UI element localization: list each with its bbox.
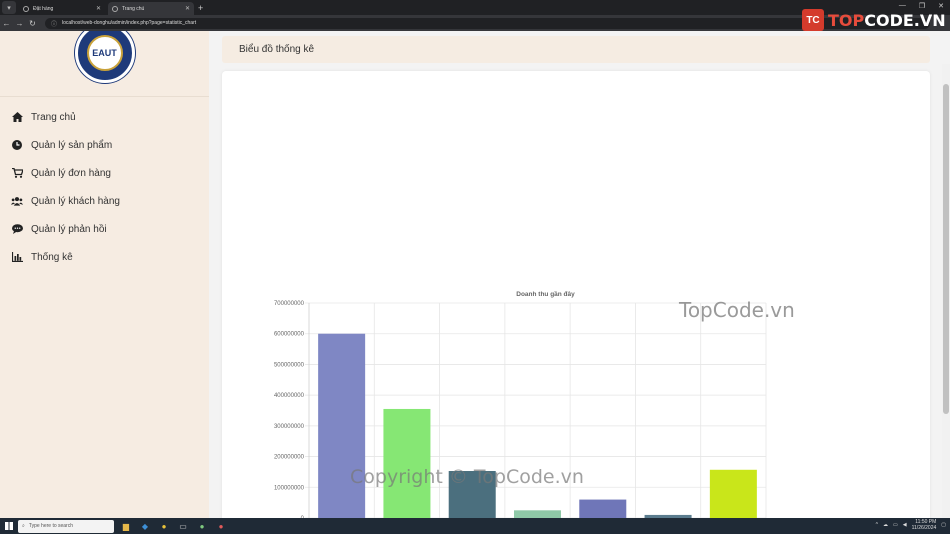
y-tick-label: 500000000: [274, 362, 305, 368]
y-tick-label: 100000000: [274, 485, 305, 491]
bar: [579, 499, 627, 518]
volume-icon[interactable]: ◀: [903, 522, 907, 528]
y-tick-label: 200000000: [274, 455, 305, 461]
brand-logo: TC TOPCODE.VN: [802, 9, 946, 31]
chrome-icon[interactable]: ●: [157, 519, 171, 533]
notification-icon[interactable]: ▢: [941, 522, 946, 528]
taskbar: ⌕ Type here to search ▆ ◆ ● ▭ ● ● ^ ☁ ▭ …: [0, 518, 950, 534]
chevron-up-icon[interactable]: ^: [876, 522, 878, 528]
brand-suffix: CODE.VN: [864, 10, 946, 30]
windows-icon: [5, 522, 13, 530]
network-icon[interactable]: ▭: [893, 522, 898, 528]
y-tick-label: 300000000: [274, 424, 305, 430]
bar: [383, 408, 431, 518]
screen: ▾ Đặt hàng ✕ Trang chủ ✕ + — ❐ ✕ ← → ↻ ⓘ…: [0, 0, 950, 534]
start-button[interactable]: [0, 518, 18, 534]
vscode-icon[interactable]: ◆: [138, 519, 152, 533]
app-icon[interactable]: ●: [195, 519, 209, 533]
file-explorer-icon[interactable]: ▆: [119, 519, 133, 533]
search-icon: ⌕: [22, 523, 25, 529]
clock-date: 11/26/2024: [911, 525, 937, 531]
taskbar-search-placeholder: Type here to search: [28, 523, 74, 529]
cloud-icon[interactable]: ☁: [883, 522, 888, 528]
clock[interactable]: 11:50 PM 11/26/2024: [912, 519, 937, 531]
bar: [513, 510, 562, 518]
app-icon[interactable]: ●: [214, 519, 228, 533]
taskbar-search[interactable]: ⌕ Type here to search: [18, 519, 114, 533]
brand-logo-text: TOPCODE.VN: [828, 11, 946, 30]
system-tray: ^ ☁ ▭ ◀ 11:50 PM 11/26/2024 ▢: [876, 519, 946, 531]
copyright-watermark: Copyright © TopCode.vn: [350, 466, 584, 488]
y-tick-label: 600000000: [274, 332, 305, 338]
terminal-icon[interactable]: ▭: [176, 519, 190, 533]
bar: [318, 333, 366, 518]
chart-title: Doanh thu gần đây: [516, 289, 575, 298]
revenue-chart: Doanh thu gần đây01000000002000000003000…: [274, 289, 767, 522]
brand-logo-icon: TC: [802, 9, 824, 31]
y-tick-label: 400000000: [274, 393, 305, 399]
brand-prefix: TOP: [828, 10, 865, 30]
watermark-text: TopCode.vn: [679, 298, 795, 322]
y-tick-label: 700000000: [274, 301, 305, 307]
bar: [709, 469, 757, 518]
